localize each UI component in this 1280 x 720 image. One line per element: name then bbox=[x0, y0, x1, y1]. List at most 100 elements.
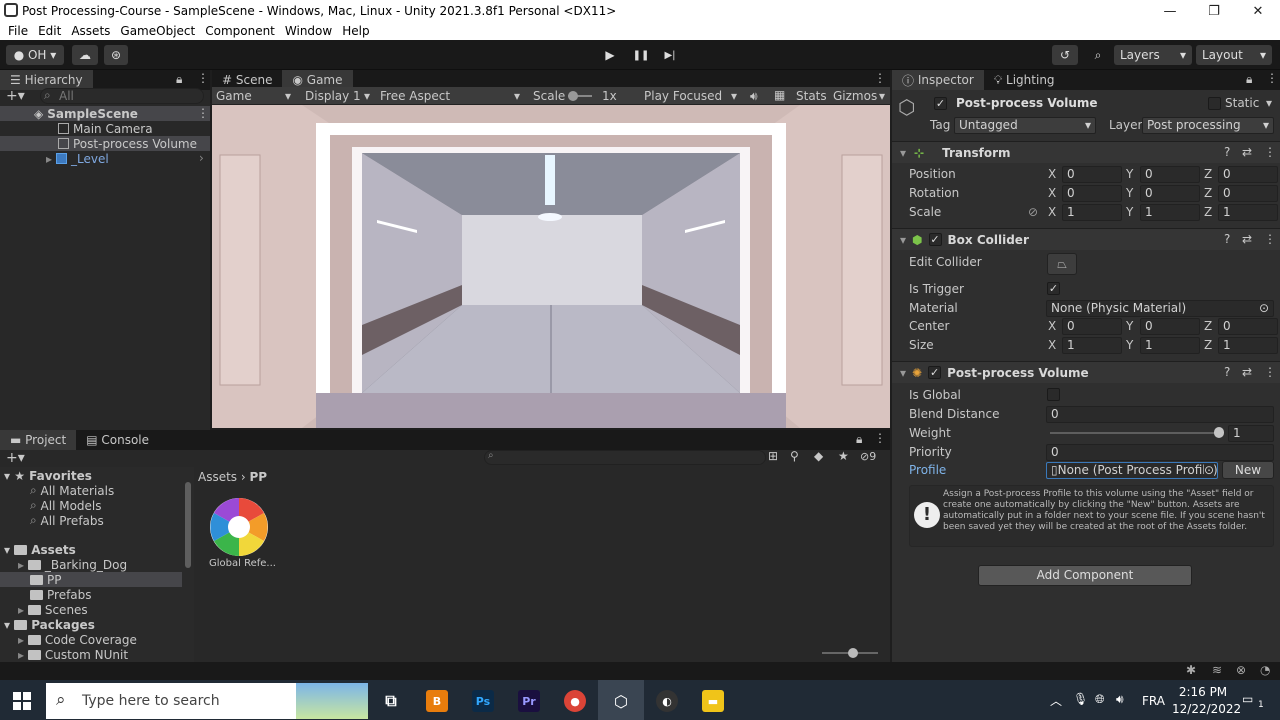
game-viewport[interactable] bbox=[212, 105, 890, 428]
menu-edit[interactable]: Edit bbox=[38, 24, 61, 38]
new-profile-button[interactable]: New bbox=[1222, 461, 1274, 479]
filter-icon[interactable]: ⚲ bbox=[790, 449, 799, 463]
taskbar-search-box[interactable]: ⌕ Type here to search bbox=[46, 683, 368, 719]
material-field[interactable]: None (Physic Material) ⊙ bbox=[1046, 300, 1274, 317]
play-button[interactable]: ▶ bbox=[596, 45, 624, 65]
menu-assets[interactable]: Assets bbox=[71, 24, 110, 38]
restore-button[interactable]: ❐ bbox=[1192, 0, 1236, 22]
photoshop-icon[interactable]: Ps bbox=[472, 690, 494, 712]
weight-slider-track[interactable] bbox=[1050, 432, 1220, 434]
scene-row[interactable]: ◈ SampleScene bbox=[0, 106, 210, 121]
more-icon[interactable]: ⋮ bbox=[874, 431, 886, 445]
menu-file[interactable]: File bbox=[8, 24, 28, 38]
tag-dropdown[interactable]: Untagged ▾ bbox=[954, 117, 1096, 134]
menu-window[interactable]: Window bbox=[285, 24, 332, 38]
task-view-icon[interactable]: ⧉ bbox=[380, 690, 402, 712]
lock-icon[interactable]: 🔒︎ bbox=[856, 432, 862, 447]
tab-inspector[interactable]: ⓘ Inspector bbox=[892, 70, 984, 90]
preset-icon[interactable]: ⇄ bbox=[1242, 365, 1252, 379]
collider-size-x-field[interactable]: 1 bbox=[1062, 337, 1122, 354]
unity-icon[interactable]: ⬡ bbox=[610, 690, 632, 712]
object-picker-icon[interactable]: ⊙ bbox=[1203, 463, 1214, 478]
transform-position-z-field[interactable]: 0 bbox=[1218, 166, 1278, 183]
layer-dropdown[interactable]: Post processing ▾ bbox=[1142, 117, 1274, 134]
is-trigger-checkbox[interactable]: ✓ bbox=[1047, 282, 1060, 295]
transform-scale-z-field[interactable]: 1 bbox=[1218, 204, 1278, 221]
help-icon[interactable]: ? bbox=[1224, 145, 1230, 159]
volume-enabled-checkbox[interactable]: ✓ bbox=[928, 366, 942, 379]
chevron-right-icon[interactable]: › bbox=[199, 151, 204, 165]
asset-global-reference[interactable] bbox=[208, 496, 270, 558]
keyboard-shortcuts-icon[interactable]: ▦ bbox=[774, 88, 785, 102]
volume-header[interactable]: ▾ ✺ ✓ Post-process Volume bbox=[892, 361, 1280, 383]
search-by-type-icon[interactable]: ⊞ bbox=[768, 449, 778, 463]
hierarchy-item-level[interactable]: ▸ _Level bbox=[0, 151, 210, 166]
mute-audio-icon[interactable]: 🔊︎ bbox=[750, 89, 758, 104]
layers-dropdown[interactable]: Layers ▾ bbox=[1114, 45, 1192, 65]
auto-generate-lighting-icon[interactable]: ⊗ bbox=[1236, 663, 1246, 677]
lock-icon[interactable]: 🔒︎ bbox=[176, 72, 182, 87]
bug-icon[interactable]: ✱ bbox=[1186, 663, 1196, 677]
collider-center-y-field[interactable]: 0 bbox=[1140, 318, 1200, 335]
favorite-star-icon[interactable]: ★ bbox=[838, 449, 849, 463]
package-code-coverage[interactable]: ▸ Code Coverage bbox=[18, 632, 137, 647]
cloud-button[interactable]: ☁ bbox=[72, 45, 98, 65]
favorite-all-models[interactable]: ⌕ All Models bbox=[30, 498, 102, 513]
play-focused-dropdown[interactable]: Play Focused bbox=[644, 89, 722, 103]
folder-prefabs[interactable]: Prefabs bbox=[30, 587, 92, 602]
box-collider-header[interactable]: ▾ ⬢ ✓ Box Collider bbox=[892, 228, 1280, 250]
assets-row[interactable]: ▾ Assets bbox=[4, 542, 76, 557]
aspect-dropdown[interactable]: Free Aspect bbox=[380, 89, 450, 103]
spinner-icon[interactable]: ◔ bbox=[1260, 663, 1270, 677]
tab-lighting[interactable]: 💡︎ Lighting bbox=[984, 70, 1065, 90]
blender-icon[interactable]: B bbox=[426, 690, 448, 712]
more-icon[interactable]: ⋮ bbox=[874, 71, 886, 85]
static-checkbox[interactable] bbox=[1208, 97, 1221, 110]
more-icon[interactable]: ⋮ bbox=[1264, 232, 1276, 246]
priority-field[interactable]: 0 bbox=[1046, 444, 1274, 461]
collab-button[interactable]: ⊛ bbox=[104, 45, 128, 65]
clock-time[interactable]: 2:16 PM bbox=[1178, 685, 1228, 699]
folder-scenes[interactable]: ▸ Scenes bbox=[18, 602, 88, 617]
pause-button[interactable]: ❚❚ bbox=[627, 45, 655, 65]
menu-gameobject[interactable]: GameObject bbox=[120, 24, 195, 38]
transform-position-y-field[interactable]: 0 bbox=[1140, 166, 1200, 183]
tab-hierarchy[interactable]: ☰ Hierarchy bbox=[0, 70, 93, 90]
minimize-button[interactable]: — bbox=[1148, 0, 1192, 22]
hierarchy-item-main-camera[interactable]: Main Camera bbox=[0, 121, 210, 136]
collider-center-z-field[interactable]: 0 bbox=[1218, 318, 1278, 335]
label-tag-icon[interactable]: ◆ bbox=[814, 449, 823, 463]
chevron-down-icon[interactable]: ▾ bbox=[1266, 96, 1272, 110]
windows-start-icon[interactable] bbox=[13, 692, 31, 710]
tab-project[interactable]: ▬ Project bbox=[0, 430, 77, 450]
add-button[interactable]: +▾ bbox=[6, 88, 25, 104]
display-dropdown[interactable]: Display 1 bbox=[305, 89, 361, 103]
transform-scale-x-field[interactable]: 1 bbox=[1062, 204, 1122, 221]
close-button[interactable]: ✕ bbox=[1236, 0, 1280, 22]
gizmos-button[interactable]: Gizmos bbox=[833, 89, 877, 103]
edit-collider-button[interactable]: ⏢ bbox=[1047, 253, 1077, 275]
help-icon[interactable]: ? bbox=[1224, 232, 1230, 246]
favorite-all-materials[interactable]: ⌕ All Materials bbox=[30, 483, 114, 498]
package-custom-nunit[interactable]: ▸ Custom NUnit bbox=[18, 647, 128, 662]
constrain-proportions-icon[interactable]: ⊘ bbox=[1028, 205, 1038, 219]
packages-row[interactable]: ▾ Packages bbox=[4, 617, 95, 632]
weight-slider-thumb[interactable] bbox=[1214, 427, 1224, 438]
search-button[interactable]: ⌕ bbox=[1086, 45, 1110, 65]
more-icon[interactable]: ⋮ bbox=[1264, 145, 1276, 159]
breadcrumb-assets[interactable]: Assets bbox=[198, 470, 237, 484]
account-button[interactable]: ● OH ▾ bbox=[6, 45, 64, 65]
collider-size-z-field[interactable]: 1 bbox=[1218, 337, 1278, 354]
add-component-button[interactable]: Add Component bbox=[978, 565, 1192, 586]
premiere-icon[interactable]: Pr bbox=[518, 690, 540, 712]
microphone-icon[interactable]: 🎙︎ bbox=[1073, 692, 1088, 706]
transform-rotation-z-field[interactable]: 0 bbox=[1218, 185, 1278, 202]
menu-help[interactable]: Help bbox=[342, 24, 369, 38]
object-picker-icon[interactable]: ⊙ bbox=[1259, 301, 1269, 316]
notification-icon[interactable]: ▭ bbox=[1242, 692, 1253, 706]
file-explorer-icon[interactable]: ▬ bbox=[702, 690, 724, 712]
favorite-all-prefabs[interactable]: ⌕ All Prefabs bbox=[30, 513, 104, 528]
folder-pp[interactable]: PP bbox=[0, 572, 182, 587]
layout-dropdown[interactable]: Layout ▾ bbox=[1196, 45, 1272, 65]
hierarchy-item-post-process-volume[interactable]: Post-process Volume bbox=[0, 136, 210, 151]
